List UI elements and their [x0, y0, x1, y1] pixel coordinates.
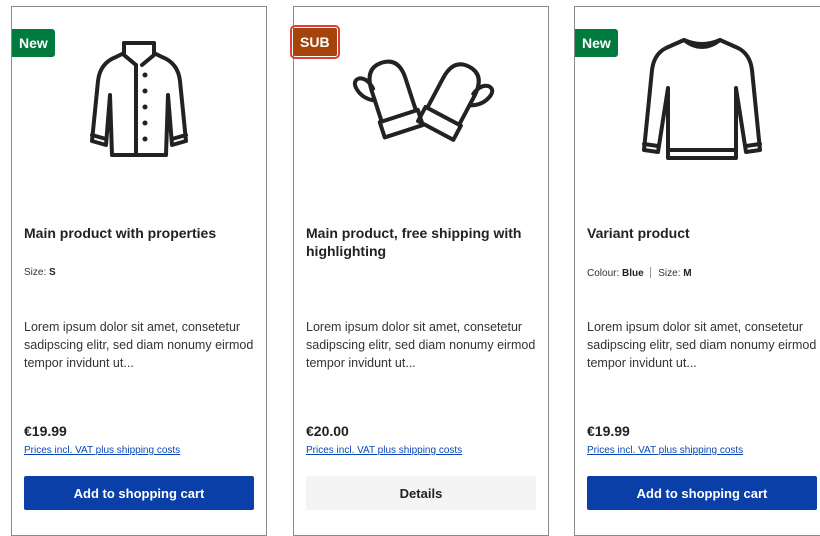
new-badge: New — [12, 29, 55, 57]
product-description: Lorem ipsum dolor sit amet, consetetur s… — [24, 320, 254, 370]
product-properties: Colour: Blue Size: M — [587, 267, 692, 279]
property-label: Size: — [24, 267, 47, 278]
property-separator — [650, 267, 652, 278]
sub-badge: SUB — [290, 25, 340, 59]
property-value: Blue — [622, 268, 644, 279]
add-to-cart-button[interactable]: Add to shopping cart — [24, 476, 254, 510]
product-price: €19.99 — [587, 423, 630, 439]
product-title[interactable]: Main product, free shipping with highlig… — [306, 224, 536, 260]
property-value: M — [683, 268, 692, 279]
sweater-icon — [642, 38, 762, 160]
product-price: €20.00 — [306, 423, 349, 439]
product-title[interactable]: Main product with properties — [24, 224, 254, 242]
vat-shipping-link[interactable]: Prices incl. VAT plus shipping costs — [24, 445, 180, 456]
vat-shipping-link[interactable]: Prices incl. VAT plus shipping costs — [306, 445, 462, 456]
product-description: Lorem ipsum dolor sit amet, consetetur s… — [587, 320, 817, 370]
new-badge: New — [575, 29, 618, 57]
property-label: Colour: — [587, 268, 620, 279]
product-title[interactable]: Variant product — [587, 224, 817, 242]
mittens-icon — [352, 59, 495, 142]
product-description: Lorem ipsum dolor sit amet, consetetur s… — [306, 320, 536, 370]
product-properties: Size: S — [24, 267, 56, 278]
product-price: €19.99 — [24, 423, 67, 439]
product-card: New Variant product Colour: Blue Size: M… — [574, 6, 820, 536]
product-card: New Main product with properties Size: S… — [11, 6, 267, 536]
product-card: SUB Main product, free shipping with hig… — [290, 6, 549, 536]
property-label: Size: — [658, 268, 681, 279]
details-button[interactable]: Details — [306, 476, 536, 510]
property-value: S — [49, 267, 56, 278]
jacket-icon — [90, 41, 188, 157]
add-to-cart-button[interactable]: Add to shopping cart — [587, 476, 817, 510]
vat-shipping-link[interactable]: Prices incl. VAT plus shipping costs — [587, 445, 743, 456]
